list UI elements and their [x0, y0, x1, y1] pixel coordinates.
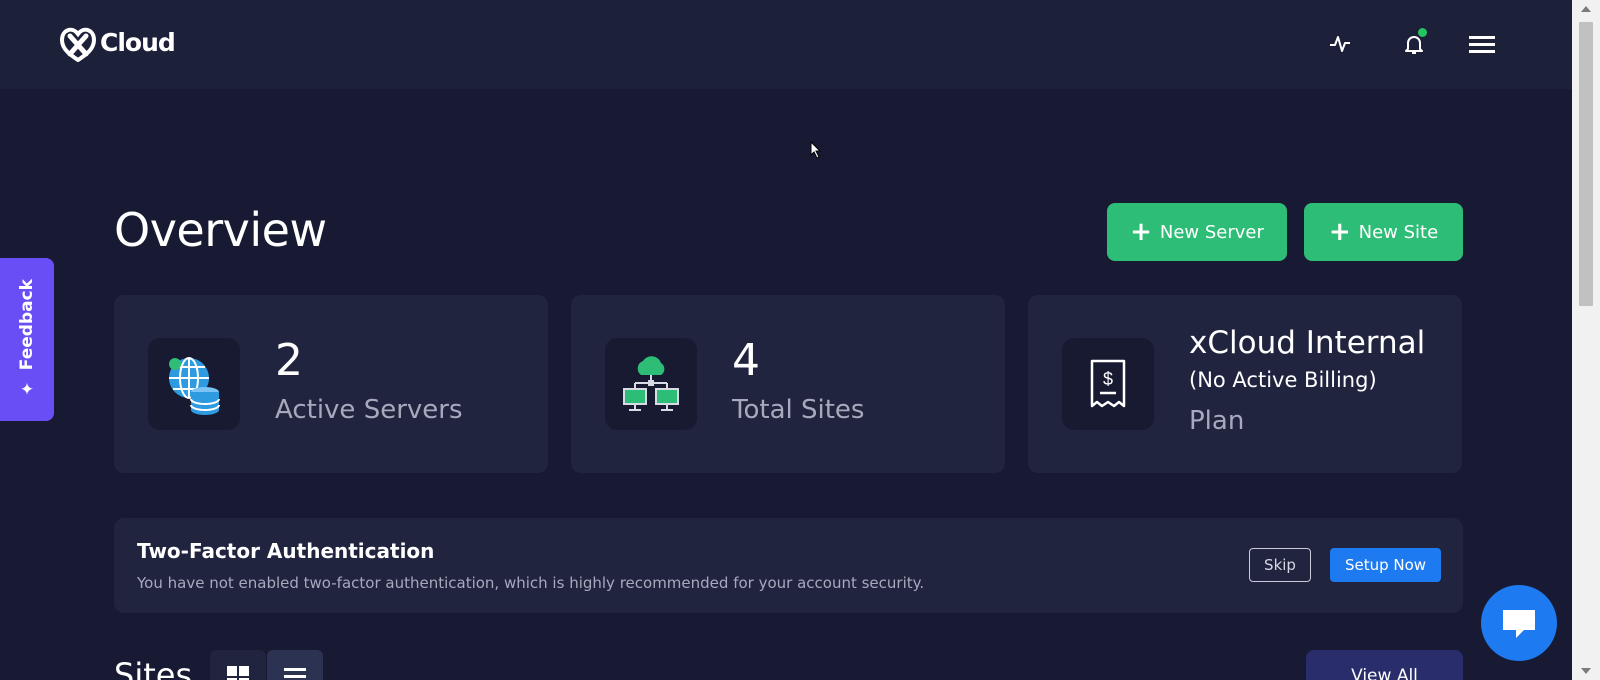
svg-text:$: $ — [1103, 369, 1113, 389]
receipt-dollar-icon: $ — [1062, 338, 1154, 430]
xcloud-logo-icon — [59, 27, 97, 62]
two-factor-title: Two-Factor Authentication — [137, 539, 435, 563]
new-site-button[interactable]: + New Site — [1304, 203, 1463, 261]
plan-billing-status: (No Active Billing) — [1189, 368, 1377, 392]
setup-now-button[interactable]: Setup Now — [1330, 548, 1441, 582]
active-servers-card[interactable]: 2 Active Servers — [114, 295, 548, 473]
scrollbar-thumb[interactable] — [1579, 22, 1593, 306]
total-sites-count: 4 — [732, 335, 760, 386]
new-server-button[interactable]: + New Server — [1107, 203, 1287, 261]
plan-card[interactable]: $ xCloud Internal (No Active Billing) Pl… — [1028, 295, 1462, 473]
total-sites-card[interactable]: 4 Total Sites — [571, 295, 1005, 473]
chat-button[interactable] — [1481, 585, 1557, 661]
view-all-button[interactable]: View All — [1306, 650, 1463, 680]
skip-button[interactable]: Skip — [1249, 548, 1311, 582]
cloud-network-icon — [605, 338, 697, 430]
globe-database-icon — [148, 338, 240, 430]
sparkle-icon: ✦ — [19, 380, 35, 401]
bell-icon[interactable] — [1400, 28, 1428, 58]
active-servers-label: Active Servers — [275, 395, 463, 425]
grid-view-toggle[interactable] — [210, 650, 266, 680]
total-sites-label: Total Sites — [732, 395, 865, 425]
hamburger-menu-icon[interactable] — [1468, 30, 1496, 58]
list-view-toggle[interactable] — [267, 650, 323, 680]
feedback-label: Feedback — [17, 278, 37, 371]
two-factor-banner: Two-Factor Authentication You have not e… — [114, 518, 1463, 613]
plus-icon: + — [1328, 217, 1351, 247]
two-factor-description: You have not enabled two-factor authenti… — [137, 574, 925, 592]
plan-label: Plan — [1189, 406, 1245, 436]
grid-icon — [227, 666, 249, 680]
list-icon — [284, 668, 306, 678]
notification-dot — [1418, 28, 1427, 37]
vertical-scrollbar[interactable] — [1572, 0, 1600, 680]
scroll-down-arrow-icon[interactable] — [1581, 668, 1591, 674]
activity-icon[interactable] — [1326, 30, 1354, 58]
page-title: Overview — [114, 203, 327, 257]
sites-section-title: Sites — [114, 656, 193, 680]
plan-name: xCloud Internal — [1189, 325, 1426, 361]
feedback-tab[interactable]: Feedback ✦ — [0, 258, 54, 421]
active-servers-count: 2 — [275, 335, 303, 386]
chat-icon — [1503, 610, 1535, 638]
scroll-up-arrow-icon[interactable] — [1581, 6, 1591, 12]
xcloud-logo[interactable]: Cloud — [56, 22, 176, 62]
new-site-label: New Site — [1358, 221, 1439, 243]
mouse-cursor — [810, 140, 822, 163]
logo-text: Cloud — [100, 27, 176, 57]
top-navigation-bar: Cloud — [0, 0, 1572, 89]
new-server-label: New Server — [1159, 221, 1264, 243]
plus-icon: + — [1130, 217, 1152, 247]
